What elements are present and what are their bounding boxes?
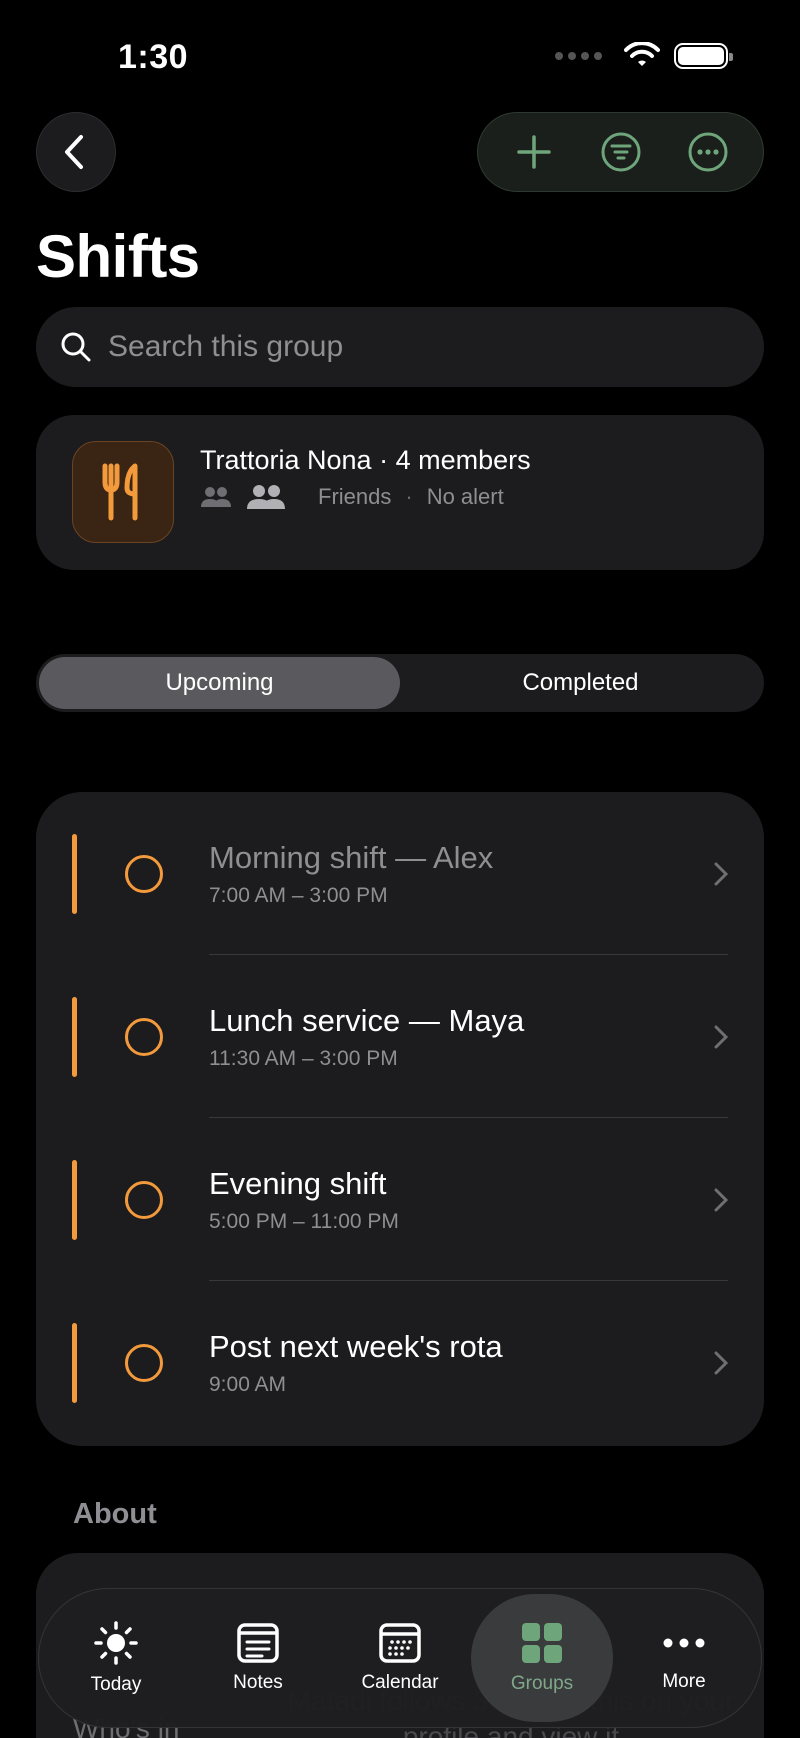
priority-bar — [72, 997, 77, 1077]
tab-notes[interactable]: Notes — [187, 1594, 329, 1722]
list-item[interactable]: Morning shift — Alex 7:00 AM – 3:00 PM — [36, 792, 764, 955]
meta-separator: · — [405, 484, 413, 509]
priority-bar — [72, 1323, 77, 1403]
ellipsis-circle-icon — [688, 132, 727, 172]
battery-icon — [674, 43, 733, 69]
tab-label: Today — [90, 1674, 142, 1695]
filter-button[interactable] — [591, 122, 651, 182]
tab-label: Groups — [510, 1673, 574, 1694]
task-title: Lunch service — Maya — [209, 1003, 525, 1038]
task-list: Morning shift — Alex 7:00 AM – 3:00 PM L… — [36, 792, 764, 1446]
tab-label: Calendar — [361, 1672, 439, 1693]
group-name: Trattoria Nona · 4 members — [200, 445, 531, 475]
completion-checkbox[interactable] — [125, 1344, 163, 1382]
tab-upcoming[interactable]: Upcoming — [39, 657, 400, 709]
chevron-right-icon — [714, 1188, 728, 1212]
search-input[interactable] — [108, 330, 708, 364]
tab-today[interactable]: Today — [45, 1594, 187, 1722]
more-options-button[interactable] — [678, 122, 738, 182]
search-icon — [61, 332, 91, 362]
section-header-about: About — [73, 1498, 157, 1530]
list-item[interactable]: Evening shift 5:00 PM – 11:00 PM — [36, 1118, 764, 1281]
chevron-right-icon — [714, 862, 728, 886]
priority-bar — [72, 1160, 77, 1240]
tab-more[interactable]: More — [613, 1594, 755, 1722]
ellipsis-icon — [663, 1638, 705, 1648]
toolbar — [477, 112, 764, 192]
back-button[interactable] — [36, 112, 116, 192]
calendar-icon — [379, 1623, 421, 1663]
task-title: Evening shift — [209, 1166, 387, 1201]
tab-label: Notes — [233, 1672, 283, 1693]
status-segmented-control: Upcoming Completed — [36, 654, 764, 712]
group-meta: Friends · No alert — [200, 483, 504, 511]
plus-icon — [516, 135, 551, 169]
wifi-icon — [624, 42, 660, 66]
chevron-right-icon — [714, 1351, 728, 1375]
chevron-right-icon — [714, 1025, 728, 1049]
people-icon — [247, 485, 285, 509]
task-title: Post next week's rota — [209, 1329, 503, 1364]
task-time: 5:00 PM – 11:00 PM — [209, 1210, 399, 1233]
task-time: 11:30 AM – 3:00 PM — [209, 1047, 398, 1070]
grid-icon — [522, 1623, 562, 1663]
tab-groups[interactable]: Groups — [471, 1594, 613, 1722]
group-audience: Friends — [318, 484, 392, 509]
people-small-icon — [201, 487, 231, 507]
completion-checkbox[interactable] — [125, 855, 163, 893]
group-info-card[interactable]: Trattoria Nona · 4 members Friends · No … — [36, 415, 764, 570]
status-time: 1:30 — [118, 38, 189, 76]
search-bar[interactable] — [36, 307, 764, 387]
completion-checkbox[interactable] — [125, 1181, 163, 1219]
status-indicators — [555, 42, 733, 70]
add-button[interactable] — [504, 122, 564, 182]
status-bar: 1:30 — [0, 0, 800, 110]
group-alert: No alert — [426, 484, 504, 509]
notes-icon — [237, 1623, 279, 1663]
task-time: 9:00 AM — [209, 1373, 287, 1396]
fork-knife-icon — [102, 463, 138, 521]
completion-checkbox[interactable] — [125, 1018, 163, 1056]
list-item[interactable]: Lunch service — Maya 11:30 AM – 3:00 PM — [36, 955, 764, 1118]
task-title: Morning shift — Alex — [209, 840, 494, 875]
tab-calendar[interactable]: Calendar — [329, 1594, 471, 1722]
tab-label: More — [662, 1671, 706, 1692]
filter-icon — [601, 132, 640, 172]
page-title: Shifts — [36, 223, 200, 290]
list-item[interactable]: Post next week's rota 9:00 AM — [36, 1281, 764, 1444]
tab-bar: Today Notes Calendar Groups More — [38, 1588, 762, 1728]
priority-bar — [72, 834, 77, 914]
task-time: 7:00 AM – 3:00 PM — [209, 884, 388, 907]
group-avatar — [72, 441, 174, 543]
chevron-left-icon — [65, 135, 83, 169]
tab-completed[interactable]: Completed — [400, 657, 761, 709]
sun-icon — [94, 1621, 138, 1665]
cellular-signal-icon — [555, 52, 602, 60]
